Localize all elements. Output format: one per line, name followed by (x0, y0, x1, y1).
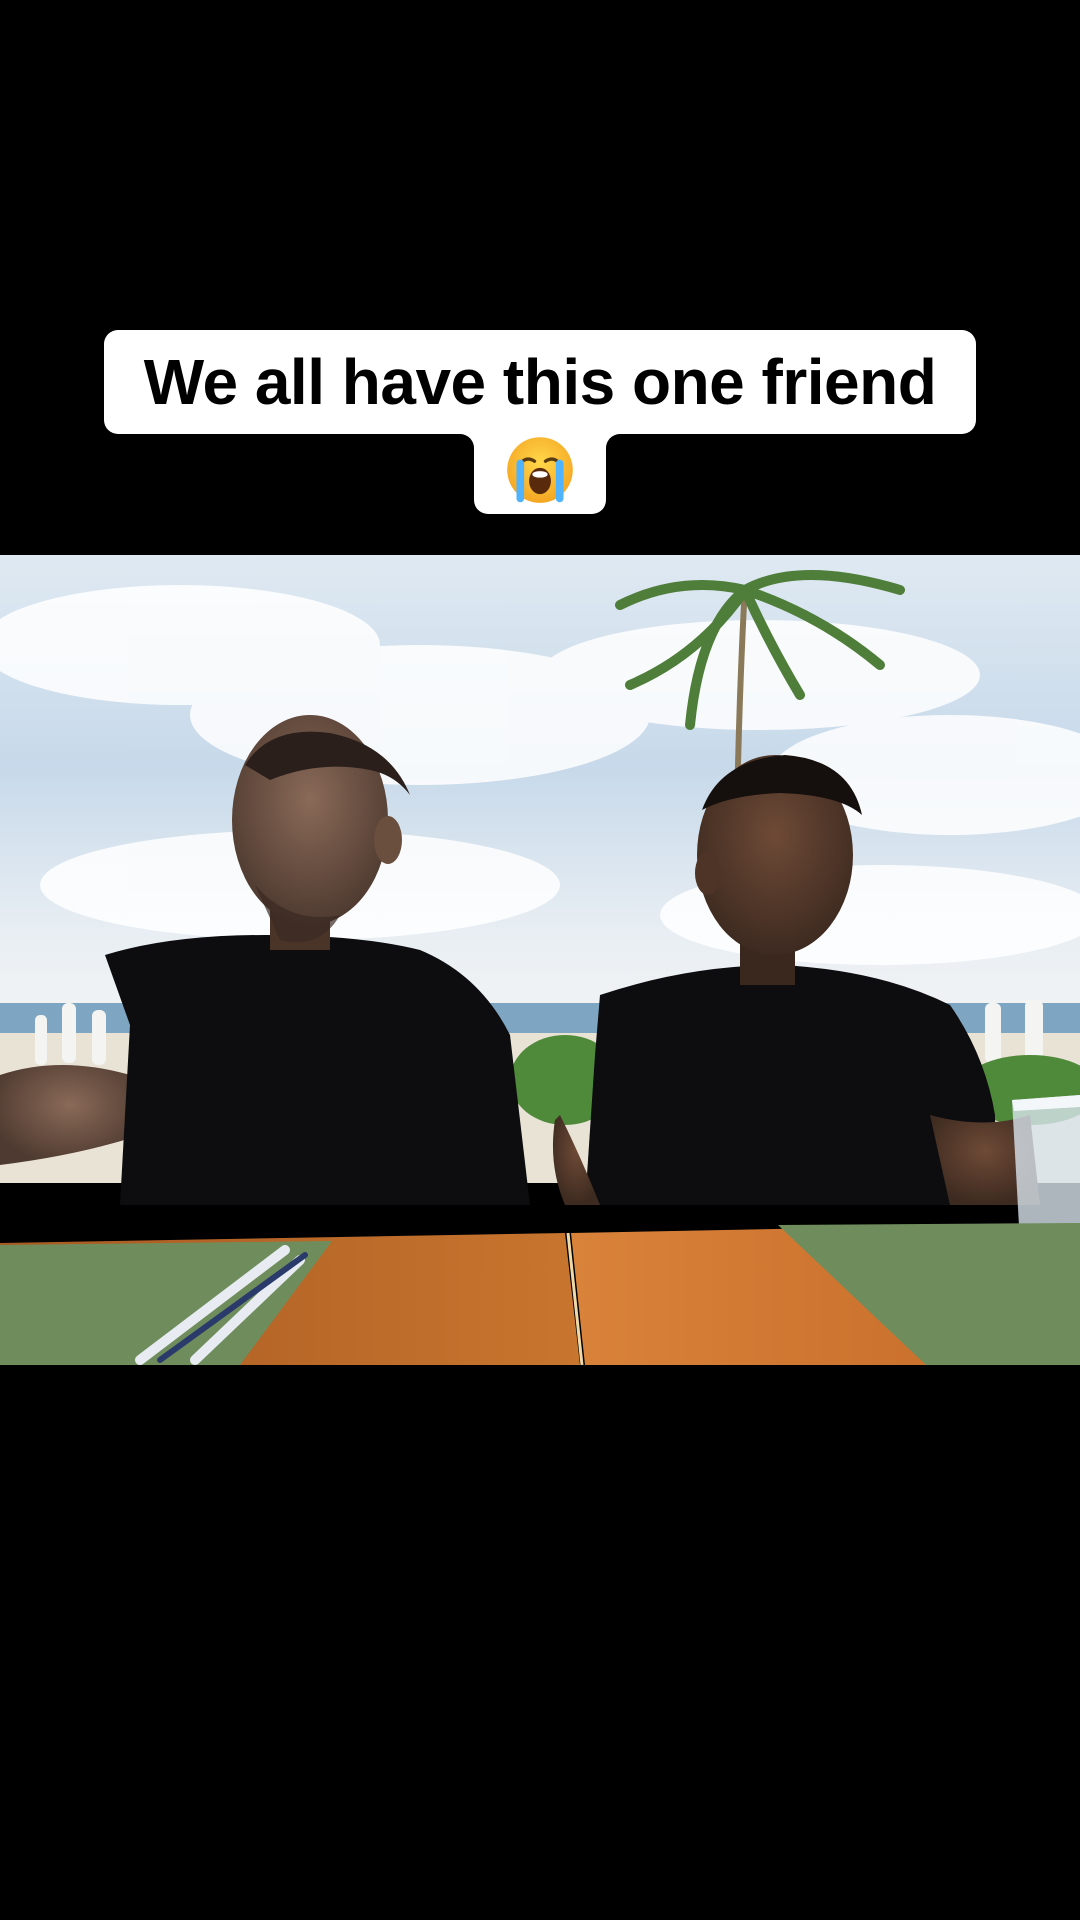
scene-photo (0, 555, 1080, 1365)
video-frame[interactable] (0, 555, 1080, 1365)
table (0, 1223, 1080, 1365)
caption-bridge-left (460, 434, 474, 448)
video-post: { "caption": { "line1": "We all have thi… (0, 0, 1080, 1920)
loudly-crying-face-icon (507, 437, 573, 503)
caption-text-box: We all have this one friend (104, 330, 976, 434)
caption-text: We all have this one friend (143, 346, 937, 418)
caption-emoji-box (460, 426, 620, 514)
caption-bridge-right (606, 434, 620, 448)
